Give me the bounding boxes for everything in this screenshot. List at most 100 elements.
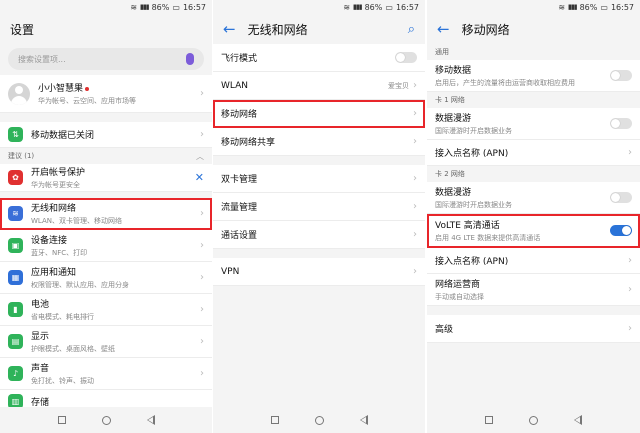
status-bar: ≋ ▮▮▮ 86% ▭ 16:57 [427, 0, 640, 14]
sidebar-item-wireless-networks[interactable]: ≋ 无线和网络 WLAN、双卡管理、移动网络 › [0, 198, 212, 230]
suggestion-header[interactable]: 建议 (1) ︿ [0, 148, 212, 164]
call-settings-row[interactable]: 通话设置 › [213, 221, 425, 249]
chevron-right-icon: › [628, 255, 632, 266]
mobile-data-icon: ⇅ [8, 127, 23, 142]
volte-toggle[interactable] [610, 225, 632, 236]
sidebar-item-display[interactable]: ▤ 显示 护眼模式、桌面风格、壁纸 › [0, 326, 212, 358]
chevron-right-icon: › [200, 272, 204, 283]
wlan-network-name: 爱宝贝 [388, 81, 409, 90]
sim1-apn-row[interactable]: 接入点名称 (APN) › [427, 140, 640, 166]
mobile-data-label: 移动数据 [435, 66, 472, 76]
item-subtitle: 蓝牙、NFC、打印 [31, 249, 88, 257]
chevron-right-icon: › [200, 336, 204, 347]
dual-sim-row[interactable]: 双卡管理 › [213, 165, 425, 193]
dual-sim-label: 双卡管理 [221, 175, 258, 185]
chevron-right-icon: › [200, 304, 204, 315]
suggestion-title: 开启帐号保护 [31, 168, 86, 178]
general-section-header: 通用 [427, 44, 640, 60]
home-icon[interactable] [314, 415, 324, 425]
item-title: 设备连接 [31, 236, 68, 246]
airplane-mode-row[interactable]: 飞行模式 [213, 44, 425, 72]
network-operator-label: 网络运营商 [435, 280, 481, 290]
tethering-row[interactable]: 移动网络共享 › [213, 128, 425, 156]
sidebar-item-battery[interactable]: ▮ 电池 省电模式、耗电排行 › [0, 294, 212, 326]
search-input[interactable]: 搜索设置项... [8, 48, 204, 70]
clock: 16:57 [182, 2, 206, 12]
wifi-icon: ≋ [558, 2, 566, 12]
close-icon[interactable]: ✕ [195, 171, 204, 184]
chevron-right-icon: › [413, 108, 417, 119]
vpn-label: VPN [221, 266, 240, 277]
search-icon[interactable]: ⌕ [408, 22, 415, 37]
sim2-roaming-row[interactable]: 数据漫游 国际漫游时开启数据业务 [427, 182, 640, 214]
item-title: 电池 [31, 300, 50, 310]
network-operator-row[interactable]: 网络运营商 手动或自动选择 › [427, 274, 640, 306]
sim2-roaming-toggle[interactable] [610, 192, 632, 203]
vpn-row[interactable]: VPN › [213, 258, 425, 286]
data-usage-row[interactable]: 流量管理 › [213, 193, 425, 221]
page-title: 移动网络 [461, 22, 510, 37]
home-icon[interactable] [529, 415, 538, 425]
mobile-network-screen: ≋ ▮▮▮ 86% ▭ 16:57 ← 移动网络 通用 移动数据 启用后，产生的… [427, 0, 640, 433]
sidebar-item-device-connection[interactable]: ▣ 设备连接 蓝牙、NFC、打印 › [0, 230, 212, 262]
back-icon[interactable] [359, 415, 368, 425]
chevron-right-icon: › [200, 368, 204, 379]
sim1-apn-label: 接入点名称 (APN) [435, 149, 509, 159]
back-icon[interactable] [146, 415, 155, 425]
wifi-icon: ≋ [130, 2, 138, 12]
sim2-apn-row[interactable]: 接入点名称 (APN) › [427, 248, 640, 274]
airplane-mode-toggle[interactable] [395, 52, 417, 63]
clock: 16:57 [610, 2, 634, 12]
sim2-apn-label: 接入点名称 (APN) [435, 257, 509, 267]
nav-bar [213, 407, 425, 433]
status-bar: ≋ ▮▮▮ 86% ▭ 16:57 [213, 0, 425, 14]
wlan-row[interactable]: WLAN 爱宝贝 › [213, 72, 425, 100]
apps-icon: ▦ [8, 270, 23, 285]
signal-icon: ▮▮▮ [353, 3, 363, 11]
account-row[interactable]: 小小智慧果 华为帐号、云空间、应用市场等 › [0, 75, 212, 113]
page-title: 无线和网络 [247, 22, 308, 37]
recents-icon[interactable] [270, 416, 279, 424]
home-icon[interactable] [101, 415, 111, 425]
avatar [8, 82, 30, 105]
chevron-right-icon: › [413, 80, 417, 91]
page-title: 设置 [10, 22, 35, 37]
mobile-network-row[interactable]: 移动网络 › [213, 100, 425, 128]
display-icon: ▤ [8, 334, 23, 349]
chevron-right-icon: › [628, 284, 632, 295]
back-arrow-icon[interactable]: ← [437, 21, 450, 37]
volte-label: VoLTE 高清通话 [435, 221, 500, 231]
item-title: 无线和网络 [31, 204, 77, 214]
account-protection-suggestion[interactable]: ✿ 开启帐号保护 华为帐号更安全 ✕ [0, 164, 212, 192]
recents-icon[interactable] [485, 416, 493, 424]
microphone-icon[interactable] [186, 53, 194, 65]
sidebar-item-sound[interactable]: ♪ 声音 免打扰、铃声、振动 › [0, 358, 212, 390]
advanced-row[interactable]: 高级 › [427, 315, 640, 343]
battery-level: 86% [151, 2, 170, 12]
signal-icon: ▮▮▮ [568, 3, 578, 11]
sim1-roaming-desc: 国际漫游时开启数据业务 [435, 127, 512, 135]
volte-desc: 启用 4G LTE 数据来提供高清通话 [435, 234, 541, 242]
battery-level: 86% [364, 2, 383, 12]
mobile-data-off-row[interactable]: ⇅ 移动数据已关闭 › [0, 122, 212, 148]
tethering-label: 移动网络共享 [221, 138, 276, 148]
recents-icon[interactable] [57, 416, 66, 424]
settings-titlebar: 设置 [0, 14, 212, 44]
chevron-right-icon: › [413, 173, 417, 184]
sim1-roaming-toggle[interactable] [610, 118, 632, 129]
back-arrow-icon[interactable]: ← [223, 21, 236, 37]
chevron-up-icon[interactable]: ︿ [196, 151, 204, 162]
mobile-data-row[interactable]: 移动数据 启用后，产生的流量将由运营商收取相应费用 [427, 60, 640, 92]
sim1-roaming-row[interactable]: 数据漫游 国际漫游时开启数据业务 [427, 108, 640, 140]
sidebar-item-apps-notifications[interactable]: ▦ 应用和通知 权限管理、默认应用、应用分身 › [0, 262, 212, 294]
nav-bar [427, 407, 640, 433]
volte-row[interactable]: VoLTE 高清通话 启用 4G LTE 数据来提供高清通话 [427, 214, 640, 248]
wireless-networks-screen: ≋ ▮▮▮ 86% ▭ 16:57 ← 无线和网络 ⌕ 飞行模式 WLAN 爱宝… [213, 0, 425, 433]
mobile-data-toggle[interactable] [610, 70, 632, 81]
back-icon[interactable] [574, 415, 582, 425]
mobile-data-desc: 启用后，产生的流量将由运营商收取相应费用 [435, 79, 575, 87]
sim1-section-header: 卡 1 网络 [427, 92, 640, 108]
nav-bar [0, 407, 212, 433]
speaker-icon: ♪ [8, 366, 23, 381]
wlan-label: WLAN [221, 80, 249, 91]
